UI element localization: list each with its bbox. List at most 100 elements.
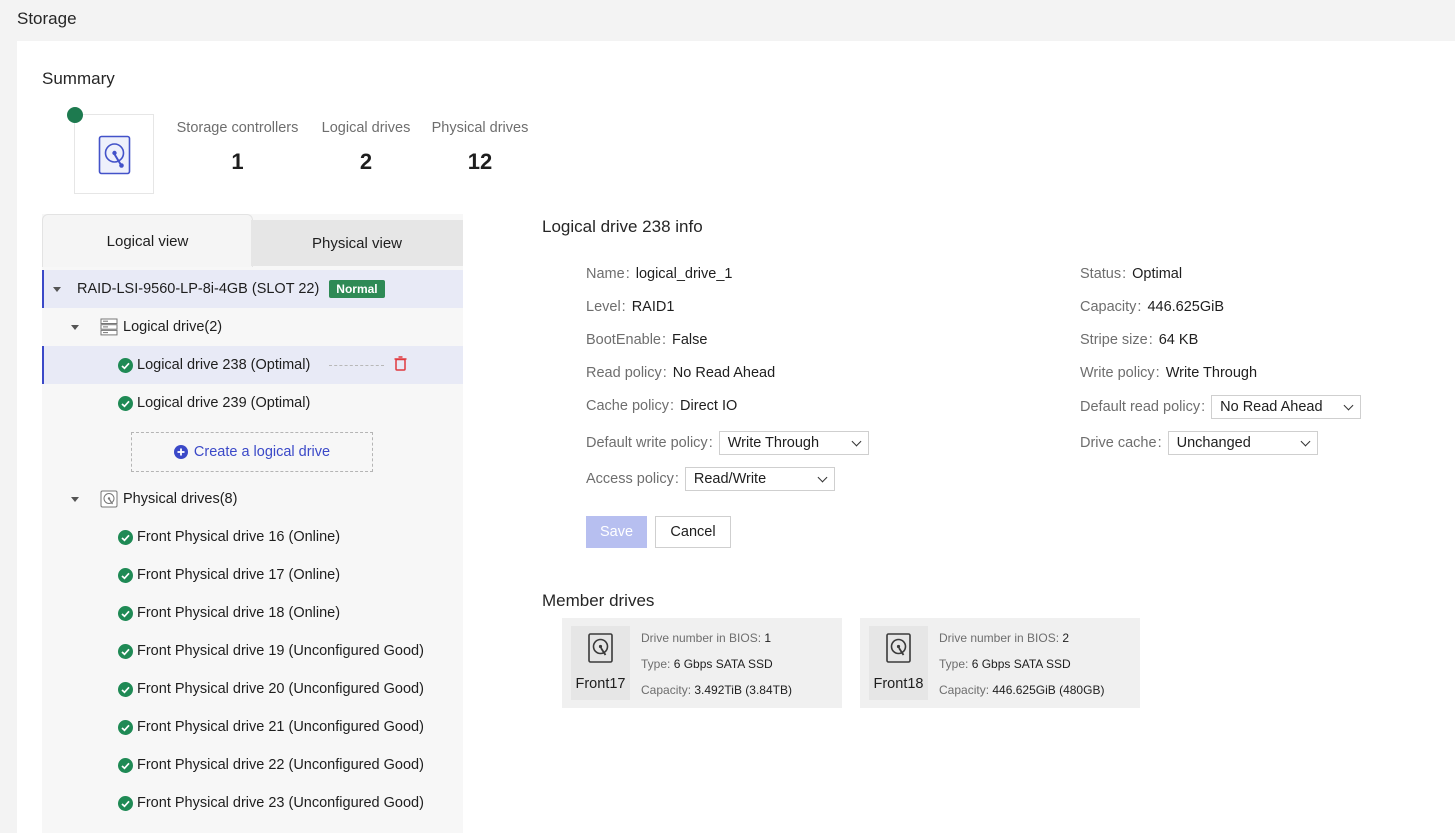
select-value: Read/Write xyxy=(693,471,767,487)
create-row: Create a logical drive xyxy=(42,422,463,480)
field-label: Status xyxy=(1080,266,1122,282)
physical-drive-label: Front Physical drive 17 (Online) xyxy=(137,567,341,583)
tab-logical-view[interactable]: Logical view xyxy=(42,214,253,267)
line-label: Capacity xyxy=(641,683,688,697)
tree-node-physical-drive[interactable]: Front Physical drive 17 (Online) xyxy=(42,556,463,594)
logical-drive-label: Logical drive 239 (Optimal) xyxy=(137,395,311,411)
default-read-policy-select[interactable]: No Read Ahead xyxy=(1211,395,1362,419)
member-drive-card[interactable]: Front17 Drive number in BIOS: 1 Type: 6 … xyxy=(562,618,842,708)
line-value: 1 xyxy=(764,631,772,645)
field-label: Drive cache xyxy=(1080,435,1157,451)
field-label: Capacity xyxy=(1080,299,1137,315)
page-title: Storage xyxy=(17,9,77,28)
tree-node-logical-group[interactable]: Logical drive(2) xyxy=(42,308,463,346)
tab-physical-view[interactable]: Physical view xyxy=(251,220,463,266)
field-label: Stripe size xyxy=(1080,332,1148,348)
field-label: Access policy xyxy=(586,471,674,487)
field-value: Direct IO xyxy=(680,398,738,414)
disk-icon xyxy=(100,490,118,512)
info-title: Logical drive 238 info xyxy=(542,217,703,236)
tree-node-physical-drive[interactable]: Front Physical drive 22 (Unconfigured Go… xyxy=(42,746,463,784)
field-value: No Read Ahead xyxy=(672,365,776,381)
field-cache-policy: Cache policy: Direct IO xyxy=(586,393,737,419)
line-colon: : xyxy=(965,657,969,671)
select-value: Unchanged xyxy=(1176,435,1251,451)
tree-panel: Logical view Physical view RAID-LSI-9560… xyxy=(42,214,463,833)
stat-logical-drives: Logical drives 2 xyxy=(319,120,413,175)
field-label: BootEnable xyxy=(586,332,661,348)
field-label: Cache policy xyxy=(586,398,670,414)
main-panel: Summary Storage controllers 1 Logical dr… xyxy=(17,41,1455,833)
field-drive-cache: Drive cache: Unchanged xyxy=(1080,430,1318,456)
check-circle-icon xyxy=(118,396,133,411)
physical-drive-label: Front Physical drive 21 (Unconfigured Go… xyxy=(137,719,424,735)
physical-drive-label: Front Physical drive 18 (Online) xyxy=(137,605,341,621)
field-access-policy: Access policy: Read/Write xyxy=(586,466,835,492)
drive-capacity-line: Capacity: 446.625GiB (480GB) xyxy=(939,683,1104,697)
member-drive-card[interactable]: Front18 Drive number in BIOS: 2 Type: 6 … xyxy=(860,618,1140,708)
tree-node-physical-drive[interactable]: Front Physical drive 18 (Online) xyxy=(42,594,463,632)
field-value: logical_drive_1 xyxy=(635,266,733,282)
line-label: Drive number in BIOS xyxy=(939,631,1056,645)
field-colon: : xyxy=(1157,435,1162,451)
check-circle-icon xyxy=(118,568,133,583)
caret-down-icon[interactable] xyxy=(71,497,79,502)
storage-summary-card xyxy=(74,114,154,194)
field-value: 446.625GiB xyxy=(1147,299,1225,315)
field-label: Name xyxy=(586,266,625,282)
check-circle-icon xyxy=(118,606,133,621)
tree-node-physical-drive[interactable]: Front Physical drive 21 (Unconfigured Go… xyxy=(42,708,463,746)
tree-node-physical-drive[interactable]: Front Physical drive 16 (Online) xyxy=(42,518,463,556)
check-circle-icon xyxy=(118,682,133,697)
cancel-button[interactable]: Cancel xyxy=(655,516,731,548)
physical-group-label: Physical drives(8) xyxy=(123,491,238,507)
drive-tile: Front18 xyxy=(869,626,928,700)
drive-cache-select[interactable]: Unchanged xyxy=(1167,431,1318,455)
access-policy-select[interactable]: Read/Write xyxy=(684,467,835,491)
delete-trash-icon[interactable] xyxy=(394,356,407,375)
drive-tile: Front17 xyxy=(571,626,630,700)
drive-bios-line: Drive number in BIOS: 1 xyxy=(641,631,771,645)
save-button[interactable]: Save xyxy=(586,516,647,548)
tree-node-physical-group[interactable]: Physical drives(8) xyxy=(42,480,463,518)
tree-node-physical-drive[interactable]: Front Physical drive 23 (Unconfigured Go… xyxy=(42,784,463,822)
drive-capacity-line: Capacity: 3.492TiB (3.84TB) xyxy=(641,683,792,697)
line-label: Drive number in BIOS xyxy=(641,631,758,645)
line-value: 6 Gbps SATA SSD xyxy=(971,657,1071,671)
line-label: Type xyxy=(939,657,966,671)
plus-circle-icon xyxy=(173,445,188,459)
check-circle-icon xyxy=(118,530,133,545)
caret-down-icon[interactable] xyxy=(53,287,61,292)
tree-node-controller[interactable]: RAID-LSI-9560-LP-8i-4GB (SLOT 22) Normal xyxy=(42,270,463,308)
tree-node-logical-drive[interactable]: Logical drive 238 (Optimal) xyxy=(42,346,463,384)
logical-group-label: Logical drive(2) xyxy=(123,319,223,335)
status-badge: Normal xyxy=(329,280,385,298)
chevron-down-icon xyxy=(817,472,828,482)
chevron-down-icon xyxy=(1300,436,1311,446)
field-boot-enable: BootEnable: False xyxy=(586,327,707,353)
field-name: Name: logical_drive_1 xyxy=(586,261,732,287)
storage-tree: RAID-LSI-9560-LP-8i-4GB (SLOT 22) Normal … xyxy=(42,270,463,822)
stat-label: Storage controllers xyxy=(176,120,299,136)
field-value: 64 KB xyxy=(1158,332,1199,348)
status-dot xyxy=(67,107,83,123)
field-label: Level xyxy=(586,299,621,315)
hard-drive-icon xyxy=(98,135,131,180)
dashed-connector xyxy=(329,365,384,366)
stat-value: 12 xyxy=(467,149,493,174)
physical-drive-label: Front Physical drive 23 (Unconfigured Go… xyxy=(137,795,424,811)
tree-node-physical-drive[interactable]: Front Physical drive 19 (Unconfigured Go… xyxy=(42,632,463,670)
tree-node-logical-drive[interactable]: Logical drive 239 (Optimal) xyxy=(42,384,463,422)
field-status: Status: Optimal xyxy=(1080,261,1182,287)
hard-drive-icon xyxy=(886,633,911,668)
line-colon: : xyxy=(985,683,990,697)
caret-down-icon[interactable] xyxy=(71,325,79,330)
field-value: Optimal xyxy=(1132,266,1183,282)
check-circle-icon xyxy=(118,720,133,735)
default-write-policy-select[interactable]: Write Through xyxy=(718,431,869,455)
field-label: Default write policy xyxy=(586,435,708,451)
field-colon: : xyxy=(661,332,667,348)
tree-node-physical-drive[interactable]: Front Physical drive 20 (Unconfigured Go… xyxy=(42,670,463,708)
create-logical-drive-button[interactable]: Create a logical drive xyxy=(131,432,373,472)
field-colon: : xyxy=(708,435,713,451)
